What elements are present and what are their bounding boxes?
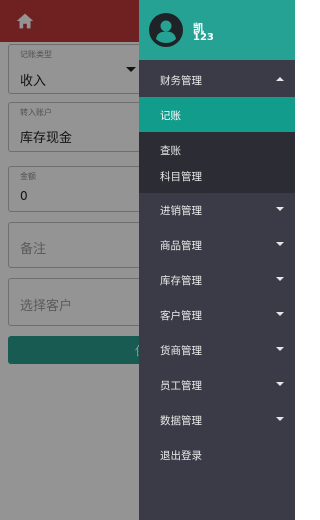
menu-customers[interactable]: 客户管理 (139, 297, 295, 332)
chevron-down-icon (276, 277, 284, 281)
chevron-down-icon (276, 242, 284, 246)
menu-products-label: 商品管理 (160, 240, 202, 252)
menu-data[interactable]: 数据管理 (139, 402, 295, 437)
menu-logout-label: 退出登录 (160, 450, 202, 462)
menu-finance-label: 财务管理 (160, 75, 202, 87)
chevron-down-icon (276, 347, 284, 351)
menu-inventory-label: 库存管理 (160, 275, 202, 287)
menu-data-label: 数据管理 (160, 415, 202, 427)
chevron-down-icon (276, 312, 284, 316)
menu-inventory[interactable]: 库存管理 (139, 262, 295, 297)
chevron-down-icon (276, 417, 284, 421)
user-id: 123 (193, 32, 214, 43)
menu-products[interactable]: 商品管理 (139, 227, 295, 262)
submenu-subjects-label: 科目管理 (160, 171, 202, 183)
menu-suppliers-label: 货商管理 (160, 345, 202, 357)
avatar-icon (149, 13, 183, 47)
menu-sales-purchase-label: 进销管理 (160, 205, 202, 217)
nav-drawer: 凯 123 财务管理 记账 查账 科目管理 进销管理 商品管理 库存管理 客户管… (139, 0, 295, 520)
chevron-down-icon (276, 207, 284, 211)
submenu-audit-label: 查账 (160, 145, 181, 157)
menu-suppliers[interactable]: 货商管理 (139, 332, 295, 367)
menu-staff-label: 员工管理 (160, 380, 202, 392)
menu-customers-label: 客户管理 (160, 310, 202, 322)
submenu-bookkeeping-label: 记账 (160, 110, 181, 122)
menu-sales-purchase[interactable]: 进销管理 (139, 192, 295, 227)
user-profile-header: 凯 123 (139, 0, 295, 60)
menu-staff[interactable]: 员工管理 (139, 367, 295, 402)
menu-logout[interactable]: 退出登录 (139, 437, 295, 472)
menu-finance[interactable]: 财务管理 (139, 62, 295, 97)
submenu-subjects[interactable]: 科目管理 (139, 157, 295, 193)
chevron-up-icon (276, 77, 284, 81)
submenu-bookkeeping[interactable]: 记账 (139, 97, 295, 132)
chevron-down-icon (276, 382, 284, 386)
